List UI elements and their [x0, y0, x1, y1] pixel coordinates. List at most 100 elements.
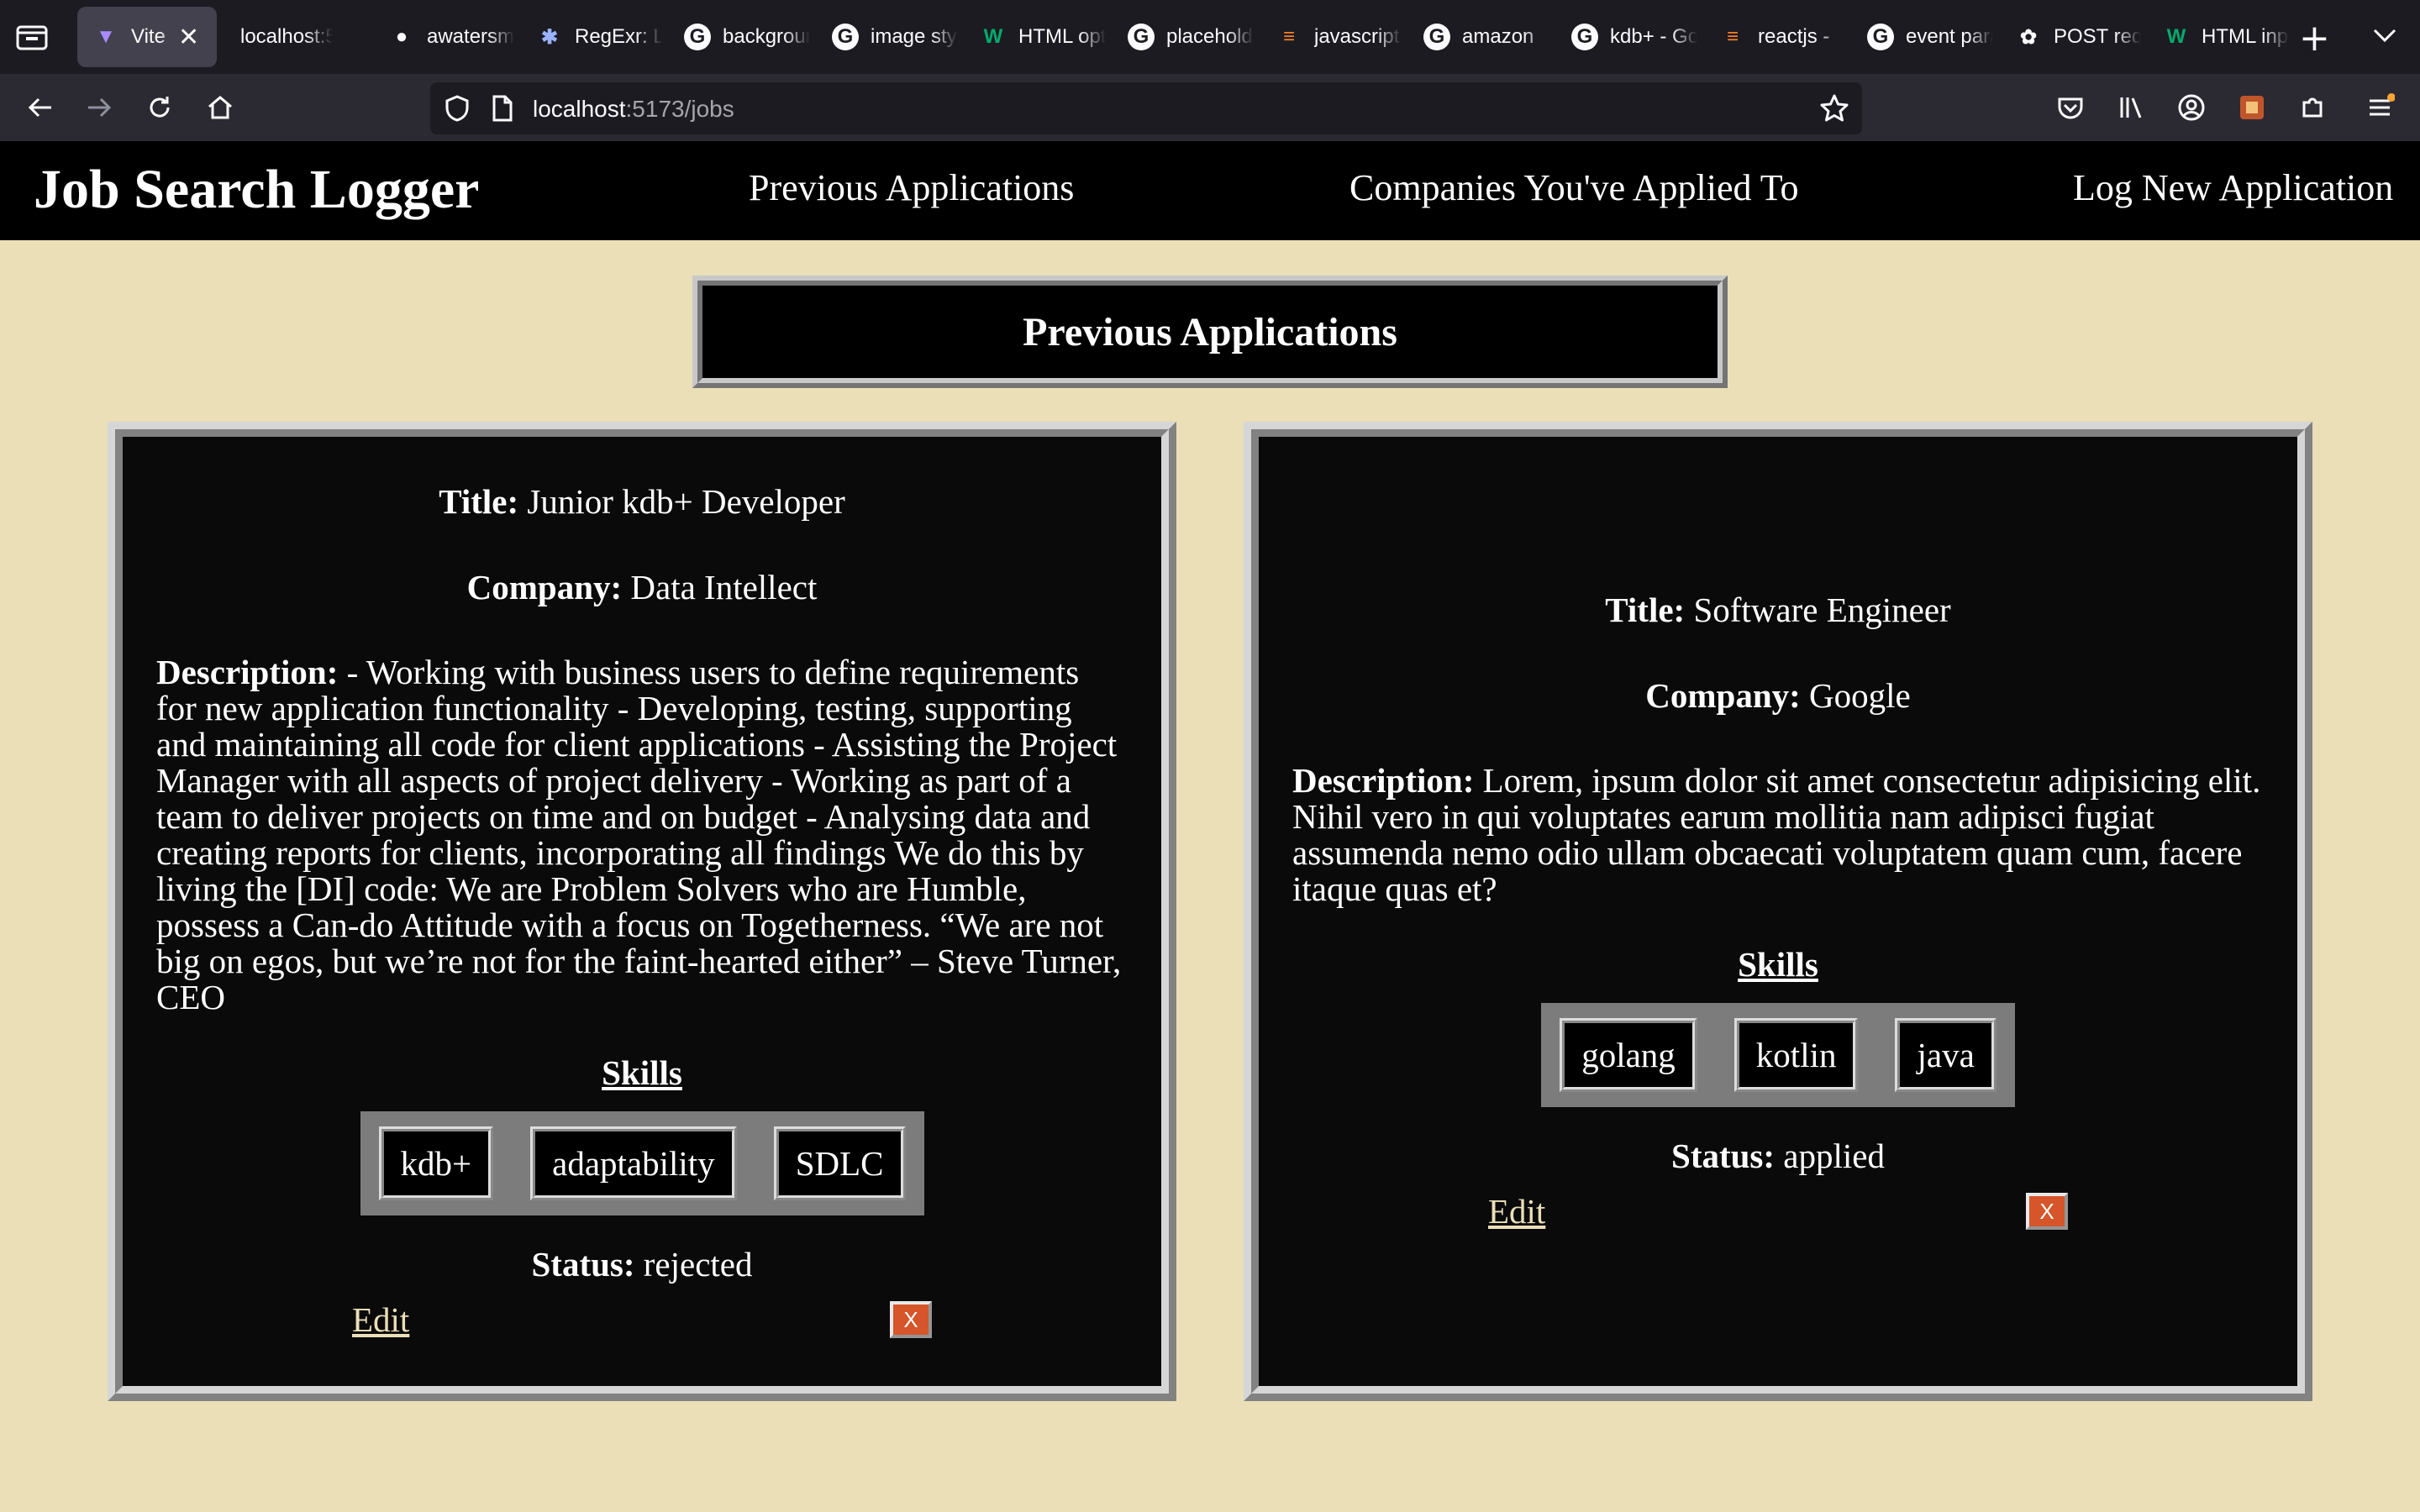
page-heading-box: Previous Applications [692, 276, 1728, 388]
extension-badge-icon [2240, 96, 2264, 119]
title-label: Title: [439, 482, 519, 521]
browser-tab[interactable]: Gkdb+ - Google [1556, 7, 1697, 67]
page-info-icon[interactable] [489, 94, 516, 123]
reload-icon [150, 97, 170, 118]
hamburger-menu-icon [2370, 93, 2395, 116]
stackoverflow-icon: ≡ [1282, 25, 1295, 48]
url-text[interactable]: localhost:5173/jobs [533, 96, 734, 123]
description-block: Description: Lorem, ipsum dolor sit amet… [1292, 763, 2264, 907]
tracking-protection-shield-icon[interactable] [442, 93, 472, 123]
library-button[interactable] [2111, 87, 2151, 128]
back-arrow-icon [28, 97, 51, 118]
openai-icon: ✿ [2019, 25, 2038, 49]
menu-button[interactable] [2360, 87, 2400, 128]
list-all-tabs-icon[interactable] [2368, 18, 2402, 52]
google-icon: G [684, 24, 711, 50]
description-label: Description: [156, 653, 339, 691]
title-label: Title: [1605, 591, 1686, 629]
address-bar[interactable]: localhost:5173/jobs [430, 82, 1862, 134]
browser-tab[interactable]: ✱ RegExr: Learn [521, 7, 662, 67]
browser-tab[interactable]: W HTML input [2148, 7, 2289, 67]
page-heading: Previous Applications [1023, 309, 1397, 354]
browser-tab-label: RegExr: Learn [575, 25, 662, 48]
browser-tab[interactable]: Gevent param [1852, 7, 1993, 67]
browser-tab[interactable]: localhost:5000 [225, 7, 366, 67]
browser-tab-label: javascript [1314, 25, 1400, 48]
skills-list: golang kotlin java [1541, 1003, 2015, 1107]
app-title[interactable]: Job Search Logger [34, 158, 479, 222]
browser-tab-label: localhost:5000 [240, 25, 333, 48]
edit-link[interactable]: Edit [352, 1299, 409, 1340]
browser-tab-label: image style [871, 25, 958, 48]
nav-previous-applications[interactable]: Previous Applications [749, 166, 1074, 209]
w3schools-icon: W [2166, 25, 2186, 48]
google-icon: G [832, 24, 859, 50]
delete-button[interactable]: X [2026, 1193, 2068, 1230]
browser-tab-label: awatersmith [427, 25, 514, 48]
stackoverflow-icon: ≡ [1726, 25, 1739, 48]
browser-tab[interactable]: Gamazon [1408, 7, 1549, 67]
puzzle-icon [2302, 97, 2323, 118]
browser-tab-label: amazon [1462, 25, 1534, 48]
browser-tab-label: Vite + React [131, 25, 173, 48]
browser-tab[interactable]: ▼ Vite + React✕ [77, 7, 217, 67]
company-line: Company: Data Intellect [467, 569, 818, 606]
new-tab-button[interactable]: + [2299, 17, 2330, 60]
home-icon [208, 96, 232, 119]
skill-tag: SDLC [773, 1126, 906, 1200]
pocket-icon [2058, 97, 2083, 119]
browser-tab-label: HTML input [2202, 25, 2289, 48]
company-label: Company: [1645, 676, 1801, 715]
w3schools-icon: W [983, 25, 1003, 48]
browser-tab[interactable]: Gbackground [669, 7, 810, 67]
browser-tab[interactable]: Gimage style [817, 7, 958, 67]
forward-button[interactable] [79, 87, 119, 128]
status-line: Status: rejected [531, 1246, 752, 1283]
extension-button[interactable] [2232, 87, 2272, 128]
browser-tab-label: reactjs - [1758, 25, 1830, 48]
firefox-view-icon[interactable] [15, 22, 49, 52]
skills-list: kdb+ adaptability SDLC [360, 1111, 924, 1215]
status-label: Status: [531, 1245, 635, 1284]
status-label: Status: [1671, 1137, 1776, 1175]
skill-tag: kdb+ [378, 1126, 494, 1200]
google-icon: G [1423, 24, 1450, 50]
card-actions: Edit X [1488, 1191, 2068, 1231]
reload-button[interactable] [139, 87, 180, 128]
extensions-button[interactable] [2292, 87, 2333, 128]
delete-button[interactable]: X [890, 1301, 932, 1338]
status-line: Status: applied [1671, 1137, 1885, 1174]
skill-tag: java [1895, 1018, 1996, 1092]
edit-link[interactable]: Edit [1488, 1191, 1545, 1231]
vite-icon: ▼ [96, 25, 116, 48]
browser-tab[interactable]: Gplaceholder [1113, 7, 1254, 67]
browser-tab[interactable]: W HTML option [965, 7, 1106, 67]
browser-tab-label: event param [1906, 25, 1993, 48]
browser-tab[interactable]: ≡ javascript [1260, 7, 1402, 67]
browser-tab[interactable]: ● awatersmith [373, 7, 514, 67]
company-label: Company: [466, 568, 623, 606]
pocket-button[interactable] [2050, 87, 2091, 128]
company-name: Google [1809, 676, 1911, 715]
browser-tab[interactable]: ✿ POST request [2000, 7, 2141, 67]
account-icon [2178, 94, 2205, 121]
url-path: :5173/jobs [625, 96, 734, 122]
forward-arrow-icon [88, 97, 112, 118]
back-button[interactable] [20, 87, 60, 128]
nav-log-new-application[interactable]: Log New Application [2073, 166, 2393, 209]
skills-heading: Skills [1738, 945, 1818, 984]
home-button[interactable] [200, 87, 240, 128]
browser-tab-label: kdb+ - Google [1610, 25, 1697, 48]
regexr-icon: ✱ [540, 25, 559, 49]
description-text: - Working with business users to define … [156, 653, 1122, 1016]
google-icon: G [1128, 24, 1155, 50]
company-name: Data Intellect [630, 568, 818, 606]
browser-tab[interactable]: ≡ reactjs - [1704, 7, 1845, 67]
account-button[interactable] [2171, 87, 2212, 128]
job-title: Software Engineer [1693, 591, 1951, 629]
application-card: Title: Software Engineer Company: Google… [1244, 422, 2312, 1401]
bookmark-star-icon[interactable] [1818, 92, 1850, 124]
nav-companies-applied[interactable]: Companies You've Applied To [1349, 166, 1799, 209]
close-tab-icon[interactable]: ✕ [178, 23, 199, 52]
skill-tag: adaptability [530, 1126, 737, 1200]
